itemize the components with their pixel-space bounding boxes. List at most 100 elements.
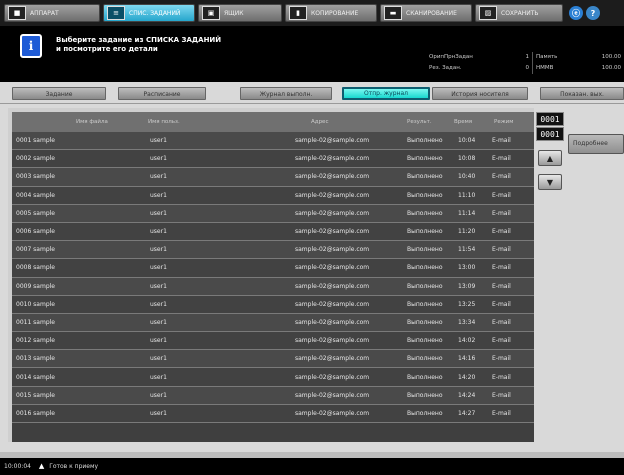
- scroll-down-button[interactable]: ▼: [538, 174, 562, 190]
- cell-time: 10:40: [458, 173, 476, 181]
- cell-user-name: user1: [150, 155, 167, 163]
- cell-file-name: 0006 sample: [16, 228, 55, 236]
- subtab-output-view[interactable]: Показан. вых.: [540, 87, 624, 100]
- table-row[interactable]: 0009 sample user1 sample-02@sample.com Выпо…: [12, 277, 534, 296]
- copy-icon: ▮: [289, 6, 307, 20]
- cell-file-name: 0002 sample: [16, 155, 55, 163]
- cell-file-name: 0005 sample: [16, 209, 55, 217]
- cell-mode: E-mail: [492, 155, 511, 163]
- cell-address: sample-02@sample.com: [295, 264, 370, 272]
- tab-scan[interactable]: ▬ СКАНИРОВАНИЕ: [380, 4, 472, 22]
- cell-result: Выполнено: [407, 355, 443, 363]
- table-row[interactable]: 0005 sample user1 sample-02@sample.com Выпо…: [12, 204, 534, 223]
- cell-mode: E-mail: [492, 409, 511, 417]
- header-user-name[interactable]: Имя польз.: [136, 119, 241, 125]
- table-row[interactable]: 0010 sample user1 sample-02@sample.com Выпо…: [12, 295, 534, 314]
- message-line-2: и посмотрите его детали: [56, 45, 158, 53]
- subtab-send-log[interactable]: Отпр. журнал: [342, 87, 430, 100]
- cell-time: 14:20: [458, 373, 476, 381]
- cell-mode: E-mail: [492, 209, 511, 217]
- table-row[interactable]: 0008 sample user1 sample-02@sample.com Выпо…: [12, 259, 534, 278]
- cell-address: sample-02@sample.com: [295, 391, 370, 399]
- subtab-media-history[interactable]: История носителя: [432, 87, 528, 100]
- tab-job-list-label: СПИС. ЗАДАНИЙ: [129, 9, 181, 17]
- tab-job-list[interactable]: ≡ СПИС. ЗАДАНИЙ: [103, 4, 195, 22]
- status-bar: 10:00:04 ▲ Готов к приему: [0, 458, 624, 475]
- tab-copy[interactable]: ▮ КОПИРОВАНИЕ: [285, 4, 377, 22]
- cell-result: Выполнено: [407, 228, 443, 236]
- cell-address: sample-02@sample.com: [295, 337, 370, 345]
- cell-address: sample-02@sample.com: [295, 228, 370, 236]
- cell-mode: E-mail: [492, 173, 511, 181]
- status-time: 10:00:04: [4, 463, 31, 470]
- cell-mode: E-mail: [492, 246, 511, 254]
- tab-machine[interactable]: ■ АППАРАТ: [4, 4, 100, 22]
- cell-file-name: 0004 sample: [16, 191, 55, 199]
- table-row[interactable]: 0016 sample user1 sample-02@sample.com Выпо…: [12, 404, 534, 423]
- cell-user-name: user1: [150, 191, 167, 199]
- header-result[interactable]: Результ.: [404, 119, 452, 125]
- page-total: 0001: [536, 127, 564, 141]
- table-row[interactable]: 0011 sample user1 sample-02@sample.com Выпо…: [12, 313, 534, 333]
- cell-result: Выполнено: [407, 173, 443, 181]
- cell-time: 13:34: [458, 318, 476, 326]
- cell-file-name: 0001 sample: [16, 137, 55, 145]
- table-row[interactable]: 0004 sample user1 sample-02@sample.com Выпо…: [12, 186, 534, 205]
- cell-mode: E-mail: [492, 191, 511, 199]
- globe-icon: ⓔ: [572, 8, 580, 18]
- triangle-down-icon: ▼: [546, 177, 554, 187]
- divider: [0, 103, 624, 104]
- help-button[interactable]: ?: [586, 6, 600, 20]
- table-row[interactable]: 0001 sample user1 sample-02@sample.com Выпо…: [12, 132, 534, 151]
- cell-result: Выполнено: [407, 209, 443, 217]
- cell-mode: E-mail: [492, 228, 511, 236]
- cell-file-name: 0011 sample: [16, 318, 55, 326]
- table-row[interactable]: 0015 sample user1 sample-02@sample.com Выпо…: [12, 386, 534, 405]
- status-label: HMMB: [532, 63, 574, 74]
- tab-scan-label: СКАНИРОВАНИЕ: [406, 9, 457, 17]
- table-row[interactable]: 0007 sample user1 sample-02@sample.com Выпо…: [12, 241, 534, 260]
- status-value: 100.00: [601, 65, 621, 71]
- cell-result: Выполнено: [407, 318, 443, 326]
- tab-save[interactable]: ▨ СОХРАНИТЬ: [475, 4, 563, 22]
- cell-file-name: 0007 sample: [16, 246, 55, 254]
- cell-user-name: user1: [150, 173, 167, 181]
- cell-address: sample-02@sample.com: [295, 209, 370, 217]
- header-address[interactable]: Адрес: [241, 119, 404, 125]
- cell-file-name: 0008 sample: [16, 264, 55, 272]
- table-row[interactable]: 0012 sample user1 sample-02@sample.com Выпо…: [12, 332, 534, 351]
- table-body: 0001 sample user1 sample-02@sample.com Выпо…: [12, 132, 534, 423]
- table-row[interactable]: 0003 sample user1 sample-02@sample.com Выпо…: [12, 168, 534, 187]
- cell-result: Выполнено: [407, 300, 443, 308]
- table-row[interactable]: 0013 sample user1 sample-02@sample.com Выпо…: [12, 350, 534, 369]
- cell-time: 14:27: [458, 409, 476, 417]
- status-label: Рез. Задан.: [429, 65, 462, 71]
- scan-icon: ▬: [384, 6, 402, 20]
- cell-result: Выполнено: [407, 246, 443, 254]
- header-mode[interactable]: Режим: [492, 119, 534, 125]
- globe-button[interactable]: ⓔ: [569, 6, 583, 20]
- cell-user-name: user1: [150, 300, 167, 308]
- header-time[interactable]: Время: [452, 119, 492, 125]
- cell-mode: E-mail: [492, 373, 511, 381]
- subtab-execution-log[interactable]: Журнал выполн.: [240, 87, 332, 100]
- table-row[interactable]: 0002 sample user1 sample-02@sample.com Выпо…: [12, 150, 534, 169]
- cell-user-name: user1: [150, 228, 167, 236]
- subtab-schedule[interactable]: Расписание: [118, 87, 206, 100]
- subtab-job[interactable]: Задание: [12, 87, 106, 100]
- cell-address: sample-02@sample.com: [295, 173, 370, 181]
- cell-time: 14:02: [458, 337, 476, 345]
- help-icon: ?: [590, 8, 596, 18]
- scroll-up-button[interactable]: ▲: [538, 150, 562, 166]
- cell-user-name: user1: [150, 137, 167, 145]
- details-button[interactable]: Подробнее: [568, 134, 624, 154]
- cell-result: Выполнено: [407, 191, 443, 199]
- send-log-table: Имя файла Имя польз. Адрес Результ. Врем…: [12, 112, 534, 442]
- cell-address: sample-02@sample.com: [295, 355, 370, 363]
- cell-time: 11:20: [458, 228, 476, 236]
- table-row[interactable]: 0006 sample user1 sample-02@sample.com Выпо…: [12, 222, 534, 242]
- page-current: 0001: [536, 112, 564, 126]
- table-row[interactable]: 0014 sample user1 sample-02@sample.com Выпо…: [12, 368, 534, 387]
- header-file-name[interactable]: Имя файла: [12, 119, 136, 125]
- tab-box[interactable]: ▣ ЯЩИК: [198, 4, 282, 22]
